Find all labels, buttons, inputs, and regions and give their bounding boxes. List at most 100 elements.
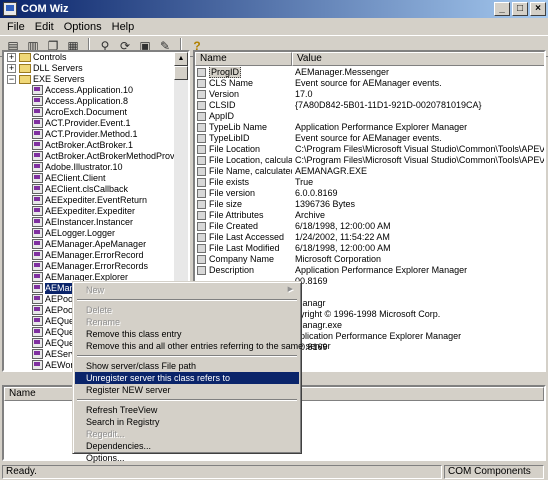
status-panel: COM Components — [444, 464, 544, 479]
tree-item[interactable]: ACT.Provider.Event.1 — [4, 118, 188, 129]
property-row[interactable]: Company Name Microsoft Corporation — [195, 254, 544, 265]
property-row[interactable]: CLS Name Event source for AEManager event… — [195, 78, 544, 89]
menu-file[interactable]: File — [2, 21, 30, 33]
property-value: 00.8169 — [295, 276, 328, 286]
tree-item-label: AEManager.ErrorRecord — [45, 250, 144, 260]
context-menu-item[interactable]: Rename — [75, 316, 299, 328]
tree-item[interactable]: AcroExch.Document — [4, 107, 188, 118]
tree-item[interactable]: AELogger.Logger — [4, 228, 188, 239]
tree-node[interactable]: − EXE Servers — [4, 74, 188, 85]
context-menu-item[interactable]: Remove this and all other entries referr… — [75, 340, 331, 352]
column-header-name[interactable]: Name — [195, 52, 292, 66]
property-row[interactable]: CLSID {7A80D842-5B01-11D1-921D-0020781019… — [195, 100, 544, 111]
menu-edit[interactable]: Edit — [30, 21, 59, 33]
close-button[interactable]: × — [530, 2, 546, 16]
tree-item[interactable]: AEManager.ErrorRecords — [4, 261, 188, 272]
tree-item[interactable]: AEInstancer.Instancer — [4, 217, 188, 228]
context-menu-item[interactable]: Register NEW server — [75, 384, 299, 396]
tree-expander[interactable]: + — [7, 53, 16, 62]
tree-item-label: AEManager.ErrorRecords — [45, 261, 149, 271]
scroll-up-button[interactable]: ▲ — [174, 52, 188, 66]
tree-item-label: Adobe.Illustrator.10 — [45, 162, 123, 172]
property-row[interactable]: File Location, calculatedC:\Program File… — [195, 155, 544, 166]
maximize-button[interactable]: □ — [512, 2, 528, 16]
tree-item[interactable]: AEClient.Client — [4, 173, 188, 184]
tree-item-label: ACT.Provider.Event.1 — [45, 118, 131, 128]
menu-bar: File Edit Options Help — [0, 18, 548, 35]
tree-item-label: AEExpediter.EventReturn — [45, 195, 148, 205]
property-row[interactable]: File version 6.0.0.8169 — [195, 188, 544, 199]
property-name: Description — [195, 265, 292, 276]
status-bar: Ready. COM Components — [0, 463, 548, 480]
property-row[interactable]: File Attributes Archive — [195, 210, 544, 221]
property-name-text: TypeLib Name — [209, 122, 268, 132]
class-icon — [32, 228, 43, 238]
tree-item[interactable]: ACT.Provider.Method.1 — [4, 129, 188, 140]
property-row[interactable]: File Name, calculated AEMANAGR.EXE — [195, 166, 544, 177]
property-value: 1/24/2002, 11:54:22 AM — [295, 232, 390, 242]
property-name-text: File exists — [209, 177, 250, 187]
tree-item[interactable]: AEManager.ErrorRecord — [4, 250, 188, 261]
menu-item-label: Regedit... — [86, 429, 125, 439]
tree-item[interactable]: AEManager.ApeManager — [4, 239, 188, 250]
tree-item[interactable]: AEExpediter.EventReturn — [4, 195, 188, 206]
tree-item[interactable]: Access.Application.10 — [4, 85, 188, 96]
context-menu-item[interactable]: Remove this class entry — [75, 328, 299, 340]
context-menu-item[interactable]: Show server/class File path — [75, 360, 299, 372]
property-value: 6/18/1998, 12:00:00 AM — [295, 221, 391, 231]
property-value: Event source for AEManager events. — [295, 78, 442, 88]
menu-options[interactable]: Options — [59, 21, 107, 33]
tree-expander[interactable]: + — [7, 64, 16, 73]
menu-item-label: Remove this class entry — [86, 329, 182, 339]
submenu-arrow-icon: ▶ — [287, 286, 293, 293]
tree-item-label: Access.Application.10 — [45, 85, 134, 95]
scroll-thumb[interactable] — [174, 66, 188, 80]
property-name: AppID — [195, 111, 292, 122]
property-row[interactable]: Version 17.0 — [195, 89, 544, 100]
context-menu-item[interactable]: Regedit... — [75, 428, 299, 440]
property-row[interactable]: File Location C:\Program Files\Microsoft … — [195, 144, 544, 155]
property-name-text: CLS Name — [209, 78, 254, 88]
property-name-text: File Last Modified — [209, 243, 280, 253]
tree-item-label: AELogger.Logger — [45, 228, 116, 238]
tree-item-label: ActBroker.ActBrokerMethodProv.1 — [45, 151, 182, 161]
tree-item[interactable]: Adobe.Illustrator.10 — [4, 162, 188, 173]
folder-icon — [19, 75, 31, 84]
context-menu-item[interactable]: New ▶ — [75, 284, 299, 296]
property-name: ProgID — [195, 67, 292, 78]
property-row[interactable]: File Last Accessed 1/24/2002, 11:54:22 AM — [195, 232, 544, 243]
property-row[interactable]: ProgID AEManager.Messenger — [195, 67, 544, 78]
property-row[interactable]: File Created 6/18/1998, 12:00:00 AM — [195, 221, 544, 232]
property-icon — [197, 90, 206, 99]
property-row[interactable]: Description Application Performance Explo… — [195, 265, 544, 276]
property-row[interactable]: File exists True — [195, 177, 544, 188]
property-value: 1396736 Bytes — [295, 199, 356, 209]
menu-help[interactable]: Help — [107, 21, 140, 33]
context-menu-item[interactable]: Refresh TreeView — [75, 404, 299, 416]
menu-item-label: Dependencies... — [86, 441, 152, 451]
property-row[interactable]: File size 1396736 Bytes — [195, 199, 544, 210]
context-menu-item[interactable]: Dependencies... — [75, 440, 299, 452]
tree-node[interactable]: + DLL Servers — [4, 63, 188, 74]
tree-item[interactable]: ActBroker.ActBrokerMethodProv.1 — [4, 151, 188, 162]
property-row[interactable]: TypeLib Name Application Performance Expl… — [195, 122, 544, 133]
property-row[interactable]: TypeLibID Event source for AEManager even… — [195, 133, 544, 144]
property-name-text: File Location, calculated — [209, 155, 292, 165]
tree-item-label: AcroExch.Document — [45, 107, 128, 117]
tree-item[interactable]: Access.Application.8 — [4, 96, 188, 107]
property-name-text: Version — [209, 89, 240, 99]
tree-node[interactable]: + Controls — [4, 52, 188, 63]
property-row[interactable]: AppID — [195, 111, 544, 122]
minimize-button[interactable]: _ — [494, 2, 510, 16]
tree-item[interactable]: AEExpediter.Expediter — [4, 206, 188, 217]
context-menu-item[interactable]: Search in Registry — [75, 416, 299, 428]
tree-item[interactable]: ActBroker.ActBroker.1 — [4, 140, 188, 151]
context-menu-item[interactable]: Options... — [75, 452, 299, 464]
tree-item[interactable]: AEClient.clsCallback — [4, 184, 188, 195]
column-header-value[interactable]: Value — [292, 52, 544, 66]
property-value: pplication Performance Explorer Manager — [295, 331, 462, 341]
tree-expander[interactable]: − — [7, 75, 16, 84]
property-row[interactable]: File Last Modified 6/18/1998, 12:00:00 AM — [195, 243, 544, 254]
context-menu-item[interactable]: Unregister server this class refers to — [75, 372, 299, 384]
context-menu-item[interactable]: Delete — [75, 304, 299, 316]
